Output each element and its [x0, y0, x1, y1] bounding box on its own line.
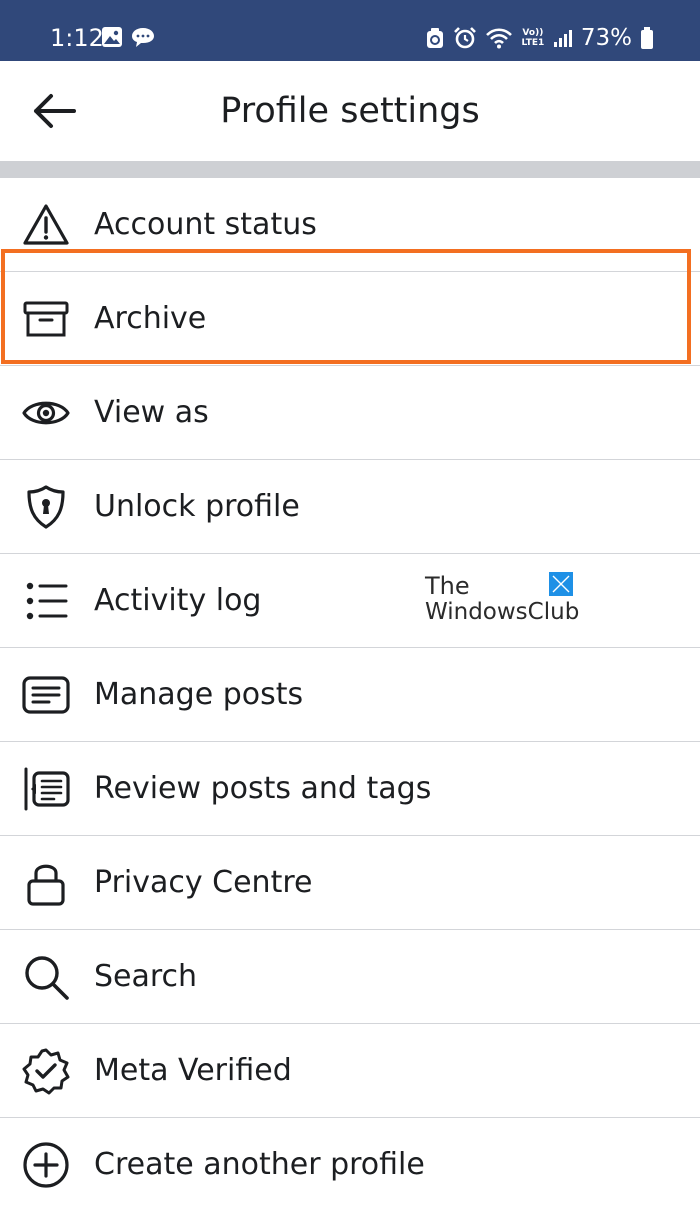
- status-time: 1:12: [50, 24, 104, 52]
- app-header: Profile settings: [0, 61, 700, 161]
- menu-item-label: Manage posts: [94, 676, 304, 712]
- status-bar: 1:12 Vo)) LTE1 73%: [0, 0, 700, 61]
- eye-icon: [22, 389, 70, 437]
- menu-item-archive[interactable]: Archive: [0, 272, 700, 366]
- signal-icon: [553, 30, 572, 47]
- status-notification-icons: [101, 26, 155, 48]
- gallery-icon: [102, 27, 122, 47]
- menu-item-label: Archive: [94, 300, 207, 336]
- wifi-icon: [485, 28, 512, 49]
- settings-list: Account status Archive View as Unlock pr…: [0, 178, 700, 1212]
- watermark-line2: WindowsClub: [425, 599, 580, 625]
- menu-item-review-posts-and-tags[interactable]: Review posts and tags: [0, 742, 700, 836]
- menu-item-unlock-profile[interactable]: Unlock profile: [0, 460, 700, 554]
- menu-item-label: Meta Verified: [94, 1052, 292, 1088]
- menu-item-search[interactable]: Search: [0, 930, 700, 1024]
- menu-item-label: Search: [94, 958, 198, 994]
- back-button[interactable]: [24, 89, 84, 133]
- menu-item-privacy-centre[interactable]: Privacy Centre: [0, 836, 700, 930]
- menu-item-label: Account status: [94, 206, 317, 242]
- lock-icon: [22, 859, 70, 907]
- battery-percent: 73%: [580, 25, 632, 51]
- menu-item-account-status[interactable]: Account status: [0, 178, 700, 272]
- battery-icon: [641, 27, 653, 49]
- menu-item-label: View as: [94, 394, 209, 430]
- archive-box-icon: [22, 295, 70, 343]
- menu-item-label: Unlock profile: [94, 488, 300, 524]
- menu-item-label: Create another profile: [94, 1147, 425, 1182]
- menu-item-manage-posts[interactable]: Manage posts: [0, 648, 700, 742]
- menu-item-meta-verified[interactable]: Meta Verified: [0, 1024, 700, 1118]
- page-title: Profile settings: [220, 91, 480, 131]
- list-icon: [22, 577, 70, 625]
- warning-triangle-icon: [22, 201, 70, 249]
- shield-keyhole-icon: [22, 483, 70, 531]
- battery-saver-icon: [426, 28, 443, 48]
- section-divider: [0, 161, 700, 178]
- menu-item-label: Privacy Centre: [94, 864, 313, 900]
- arrow-left-icon: [34, 94, 76, 128]
- verified-badge-icon: [22, 1047, 70, 1095]
- menu-item-label: Activity log: [94, 582, 262, 618]
- menu-item-label: Review posts and tags: [94, 770, 432, 806]
- status-system-icons: Vo)) LTE1 73%: [425, 24, 654, 52]
- alarm-icon: [453, 27, 476, 49]
- chat-bubble-icon: [132, 28, 154, 47]
- menu-item-view-as[interactable]: View as: [0, 366, 700, 460]
- windows-logo-icon: [549, 572, 573, 596]
- menu-item-create-another-profile[interactable]: Create another profile: [0, 1118, 700, 1212]
- add-circle-icon: [22, 1141, 70, 1189]
- watermark-line1: The: [425, 572, 470, 600]
- network-type-label: Vo)) LTE1: [521, 28, 545, 48]
- search-icon: [22, 953, 70, 1001]
- watermark: The WindowsClub: [425, 571, 585, 631]
- menu-item-activity-log[interactable]: Activity log: [0, 554, 700, 648]
- review-tags-icon: [22, 765, 70, 813]
- posts-icon: [22, 671, 70, 719]
